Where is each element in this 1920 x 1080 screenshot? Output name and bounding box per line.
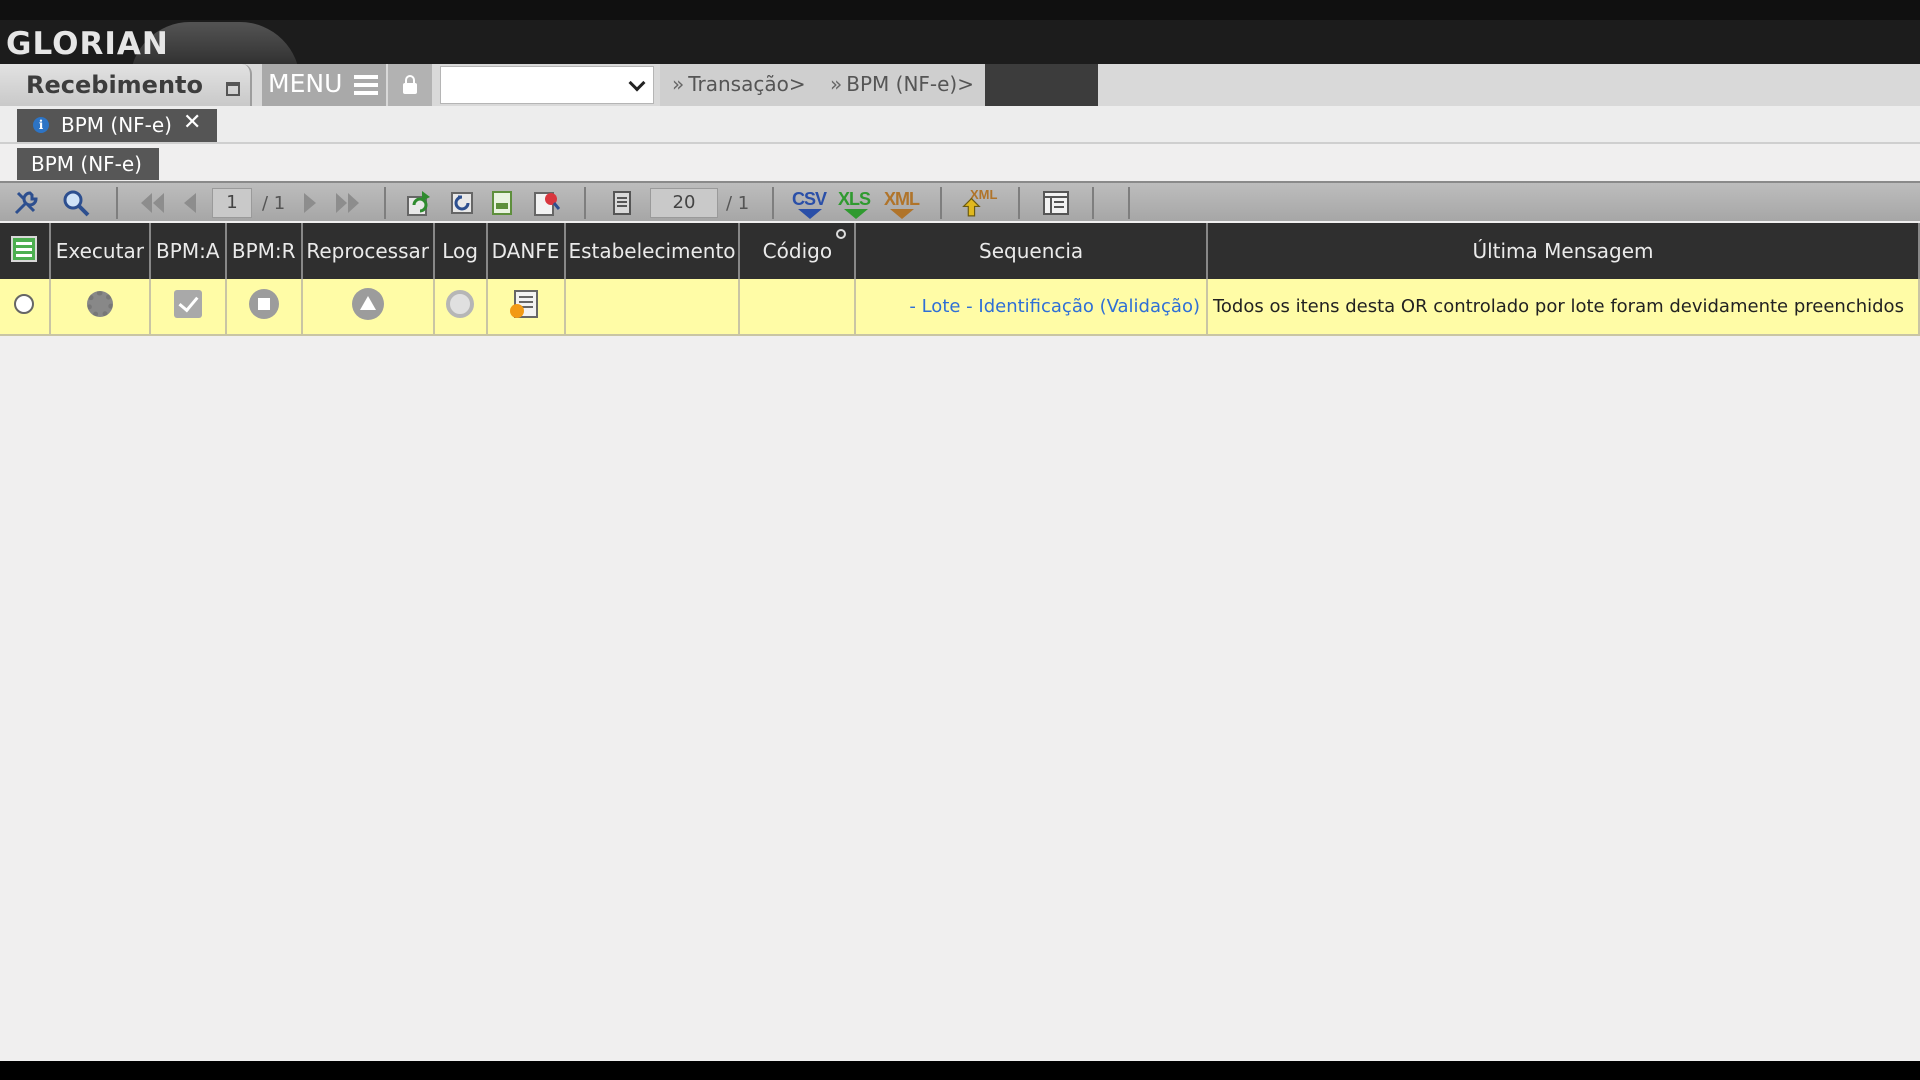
row-select-cell [0,279,51,336]
module-select[interactable] [440,66,654,104]
column-search-icon[interactable] [836,229,847,239]
app-window: GLORIAN Recebimento MENU » Transação> » BP… [0,0,1920,1080]
toolbar-separator [1018,187,1020,219]
breadcrumb-end [985,64,1098,106]
export-csv-button[interactable]: CSV [792,189,827,219]
select-all-header[interactable] [0,223,51,279]
first-page-icon[interactable] [138,189,166,217]
stop-icon[interactable] [248,289,279,319]
executar-cell [49,279,151,336]
toolbar-separator [584,187,586,219]
log-icon[interactable] [446,290,475,318]
import-xml-button[interactable]: XML [962,187,1002,217]
row-radio[interactable] [14,294,35,314]
toolbar-separator [384,187,386,219]
next-page-icon[interactable] [296,189,324,217]
col-ultima-mensagem[interactable]: Última Mensagem [1206,223,1920,279]
log-cell [433,279,488,336]
open-tabs-bar: i BPM (NF-e) ✕ [0,106,1920,144]
search-document-icon[interactable] [532,189,560,217]
rows-per-page-input[interactable]: 20 [650,188,718,218]
refresh-icon[interactable] [404,189,432,217]
double-chevron-icon: » [830,72,843,96]
chevron-down-icon [628,74,646,92]
col-sequencia[interactable]: Sequencia [855,223,1208,279]
toolbar-separator [1092,187,1094,219]
toolbar-separator [772,187,774,219]
columns-config-icon[interactable] [1042,189,1070,217]
reprocess-icon[interactable] [351,288,384,320]
ultima-mensagem-cell: Todos os itens desta OR controlado por l… [1206,279,1920,336]
col-log[interactable]: Log [433,223,488,279]
logo-text: GLORIAN [6,26,169,62]
danfe-document-icon[interactable] [509,290,538,318]
tab-bpm-nfe[interactable]: i BPM (NF-e) ✕ [17,109,217,142]
record-icon[interactable] [488,189,516,217]
menu-bar: Recebimento MENU » Transação> » BPM (NF-e)… [0,64,1920,106]
approve-check-icon[interactable] [173,290,202,318]
bpm-r-cell [225,279,303,336]
col-danfe[interactable]: DANFE [486,223,566,279]
reprocessar-cell [301,279,435,336]
col-bpm-a[interactable]: BPM:A [149,223,227,279]
rows-per-page-icon [613,191,631,215]
last-page-icon[interactable] [334,189,362,217]
tools-icon[interactable] [12,189,40,217]
codigo-cell [739,279,857,336]
breadcrumb-item-bpm[interactable]: » BPM (NF-e)> [830,72,974,96]
upload-arrow-icon [962,197,981,217]
module-tab[interactable]: Recebimento [0,64,252,106]
gear-icon[interactable] [86,291,113,317]
info-icon: i [33,117,49,133]
logo: GLORIAN [0,20,300,82]
close-icon[interactable]: ✕ [183,110,201,135]
double-chevron-icon: » [672,72,685,96]
danfe-cell [486,279,566,336]
pin-icon[interactable] [226,82,240,96]
page-total: / 1 [262,193,286,214]
module-title: Recebimento [26,71,203,99]
col-codigo[interactable]: Código [739,223,857,279]
col-reprocessar[interactable]: Reprocessar [301,223,435,279]
breadcrumb-item-transacao[interactable]: » Transação> [672,72,806,96]
col-executar[interactable]: Executar [49,223,151,279]
hamburger-icon [354,75,378,95]
tab-label: BPM (NF-e) [61,113,172,137]
sequencia-cell[interactable]: - Lote - Identificação (Validação) [855,279,1208,336]
select-all-icon[interactable] [11,235,38,262]
grid-toolbar: 1 / 1 20 / 1 CSV XLS XML XML [0,181,1920,221]
bottom-bar [0,1061,1920,1080]
menu-label: MENU [268,69,343,98]
estabelecimento-cell [564,279,741,336]
toolbar-separator [1128,187,1130,219]
menu-button[interactable]: MENU [262,64,386,106]
export-xml-button[interactable]: XML [884,189,920,219]
data-grid: Executar BPM:A BPM:R Reprocessar Log DAN… [0,223,1920,336]
toolbar-separator [940,187,942,219]
lock-button[interactable] [388,64,432,106]
rows-total: / 1 [726,193,750,214]
bpm-a-cell [149,279,227,336]
col-codigo-label: Código [762,239,833,263]
search-icon[interactable] [62,189,90,217]
toolbar-separator [116,187,118,219]
table-row[interactable]: - Lote - Identificação (Validação) Todos… [0,279,1920,336]
page-number-input[interactable]: 1 [212,188,252,218]
col-bpm-r[interactable]: BPM:R [225,223,303,279]
export-xls-button[interactable]: XLS [838,189,871,219]
undo-icon[interactable] [448,189,476,217]
grid-header-row: Executar BPM:A BPM:R Reprocessar Log DAN… [0,223,1920,279]
col-estabelecimento[interactable]: Estabelecimento [564,223,741,279]
prev-page-icon[interactable] [176,189,204,217]
screen-title: BPM (NF-e) [17,148,159,180]
